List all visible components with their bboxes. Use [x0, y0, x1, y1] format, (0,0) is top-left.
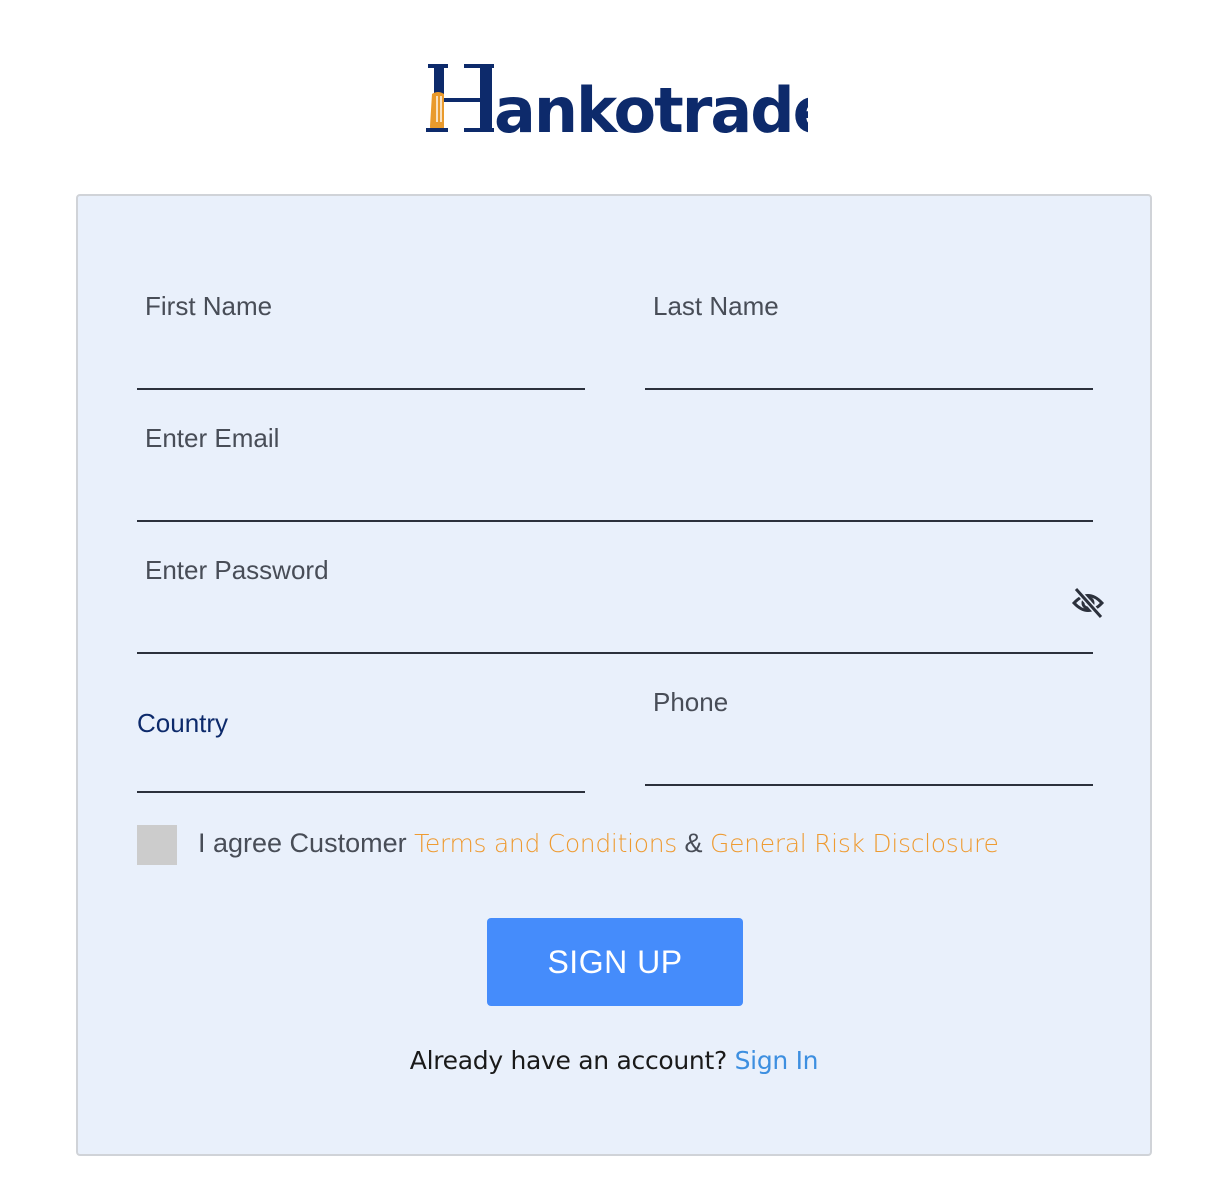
phone-field: Phone — [645, 686, 1093, 788]
phone-input[interactable] — [645, 732, 1093, 778]
password-field: Enter Password — [137, 554, 1093, 656]
country-underline — [137, 791, 585, 793]
last-name-input[interactable] — [645, 340, 1093, 386]
email-label: Enter Email — [145, 423, 280, 453]
general-risk-disclosure-link[interactable]: General Risk Disclosure — [710, 829, 999, 858]
first-name-input[interactable] — [137, 340, 585, 386]
agreement-separator: & — [684, 828, 703, 858]
email-underline — [137, 520, 1093, 522]
email-field: Enter Email — [137, 422, 1093, 524]
hankotrade-logo: ankotrade — [424, 60, 808, 140]
phone-label: Phone — [653, 687, 729, 717]
signin-prompt: Already have an account? Sign In — [0, 1046, 1228, 1075]
last-name-label: Last Name — [653, 291, 779, 321]
agreement-prefix: I agree Customer — [198, 828, 407, 858]
eye-off-icon[interactable] — [1070, 586, 1106, 620]
first-name-field: First Name — [137, 290, 585, 392]
password-underline — [137, 652, 1093, 654]
sign-up-button[interactable]: SIGN UP — [487, 918, 743, 1006]
first-name-label: First Name — [145, 291, 273, 321]
logo-graphic: ankotrade — [426, 64, 808, 140]
country-field: Country — [137, 706, 585, 794]
country-select[interactable] — [137, 746, 585, 790]
phone-underline — [645, 784, 1093, 786]
password-label: Enter Password — [145, 555, 329, 585]
last-name-underline — [645, 388, 1093, 390]
agreement-text: I agree Customer Terms and Conditions & … — [198, 828, 999, 859]
password-input[interactable] — [137, 604, 1043, 650]
signin-prompt-text: Already have an account? — [409, 1046, 727, 1075]
terms-and-conditions-link[interactable]: Terms and Conditions — [414, 829, 677, 858]
first-name-underline — [137, 388, 585, 390]
logo-text: ankotrade — [494, 74, 808, 140]
country-label: Country — [137, 708, 229, 738]
sign-in-link[interactable]: Sign In — [735, 1046, 819, 1075]
email-input[interactable] — [137, 472, 1093, 518]
last-name-field: Last Name — [645, 290, 1093, 392]
agree-checkbox[interactable] — [137, 825, 177, 865]
